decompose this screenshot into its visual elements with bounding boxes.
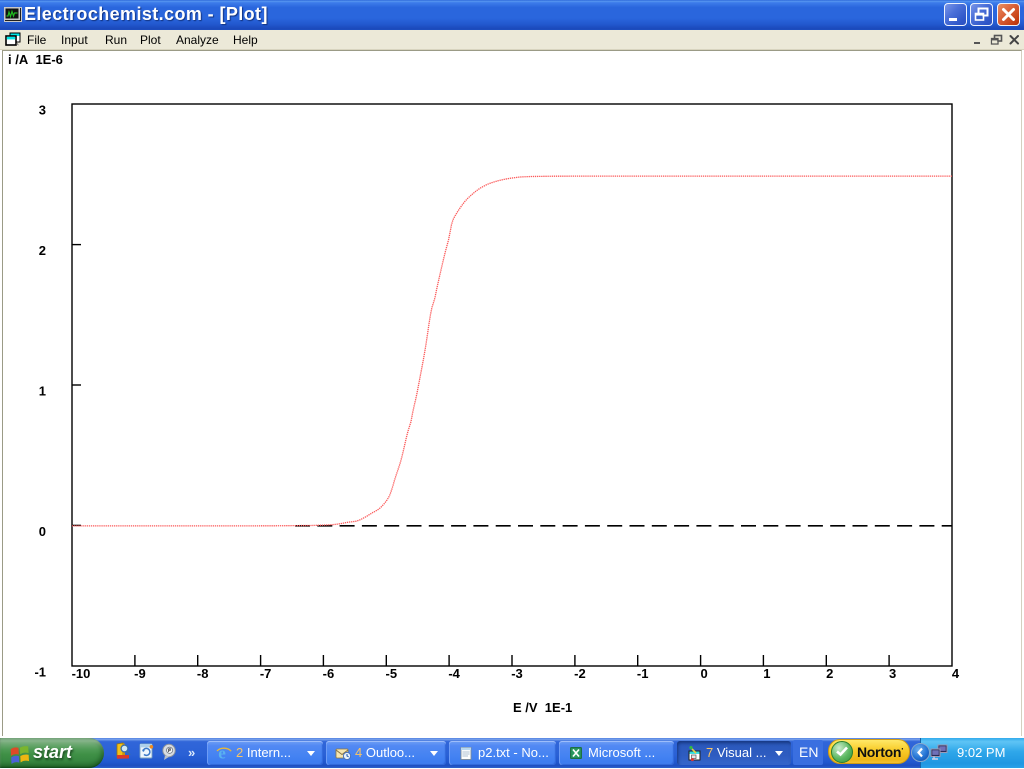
svg-text:-8: -8 bbox=[197, 666, 209, 681]
svg-text:-9: -9 bbox=[134, 666, 146, 681]
svg-text:3: 3 bbox=[39, 103, 46, 118]
svg-text:-1: -1 bbox=[34, 664, 46, 679]
svg-text:4: 4 bbox=[952, 666, 960, 681]
svg-text:2: 2 bbox=[39, 243, 46, 258]
svg-text:-10: -10 bbox=[72, 666, 91, 681]
svg-text:0: 0 bbox=[700, 666, 707, 681]
svg-text:2: 2 bbox=[826, 666, 833, 681]
svg-text:3: 3 bbox=[889, 666, 896, 681]
svg-text:-7: -7 bbox=[260, 666, 272, 681]
svg-text:1: 1 bbox=[763, 666, 770, 681]
svg-text:-5: -5 bbox=[386, 666, 398, 681]
svg-text:1: 1 bbox=[39, 384, 46, 399]
svg-text:0: 0 bbox=[39, 524, 46, 539]
svg-text:-6: -6 bbox=[323, 666, 335, 681]
svg-text:-2: -2 bbox=[574, 666, 586, 681]
svg-text:-4: -4 bbox=[448, 666, 460, 681]
svg-text:-3: -3 bbox=[511, 666, 523, 681]
svg-text:e: e bbox=[218, 745, 226, 761]
svg-text:-1: -1 bbox=[637, 666, 649, 681]
